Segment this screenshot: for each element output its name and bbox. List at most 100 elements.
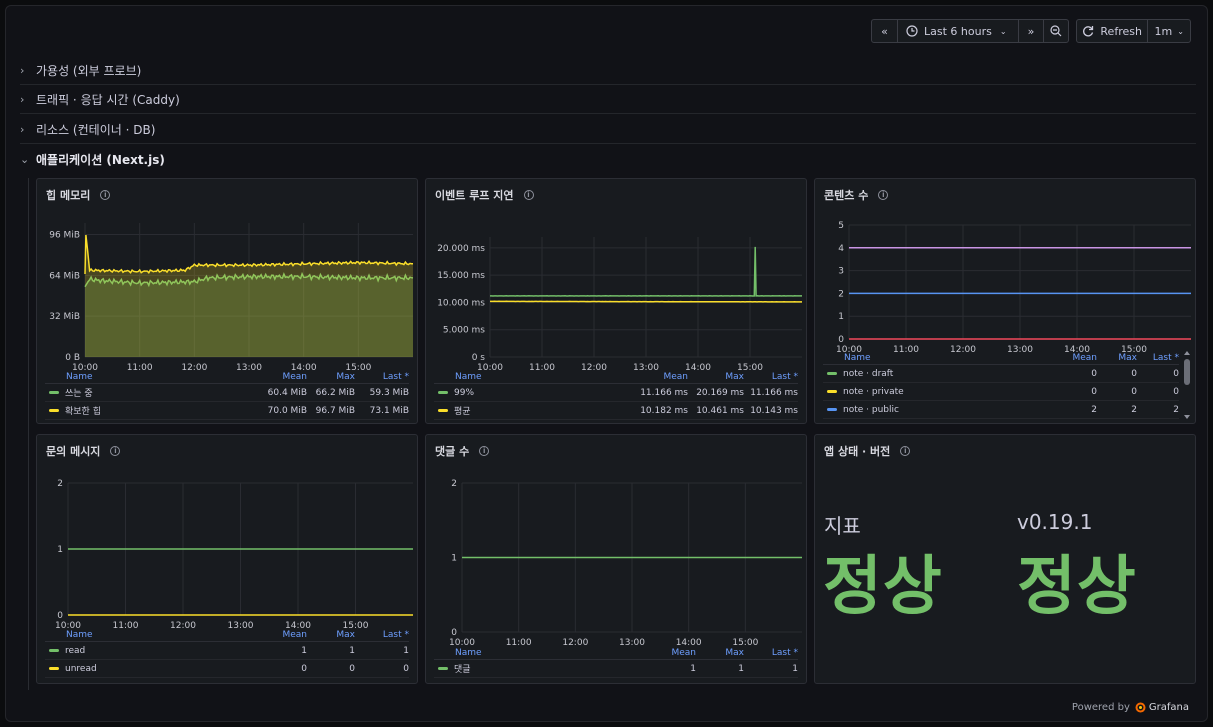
legend-row[interactable]: note · draft 0 0 0 (823, 365, 1179, 383)
series-swatch (827, 372, 837, 375)
row-traffic[interactable]: › 트래픽 · 응답 시간 (Caddy) (20, 86, 1196, 114)
inquiry-legend: Name Mean Max Last * read 1 1 1 unread 0… (45, 628, 409, 678)
time-range-forward-button[interactable]: » (1019, 20, 1044, 42)
time-range-back-button[interactable]: « (872, 20, 898, 42)
chevron-right-icon: › (20, 93, 25, 106)
legend-row[interactable]: note · private 0 0 0 (823, 383, 1179, 401)
series-swatch (438, 409, 448, 412)
y-tick-label: 32 MiB (49, 312, 80, 322)
series-swatch (49, 391, 59, 394)
time-range-picker[interactable]: Last 6 hours ⌄ (898, 20, 1019, 42)
legend-row[interactable]: read 1 1 1 (45, 642, 409, 660)
legend-header: Name Mean Max Last * (823, 351, 1179, 365)
y-tick-label: 0 B (65, 353, 80, 363)
chevrons-right-icon: » (1027, 24, 1035, 38)
chevron-down-icon: ⌄ (20, 152, 30, 166)
refresh-label: Refresh (1100, 24, 1142, 38)
y-tick-label: 10.000 ms (437, 298, 485, 308)
legend-row[interactable]: 댓글 1 1 1 (434, 660, 798, 678)
time-range-label: Last 6 hours (924, 24, 992, 38)
info-icon[interactable]: i (900, 446, 911, 456)
panel-comment-count[interactable]: 댓글 수 i 0 1 2 10:00 11:00 12:00 13:00 14:00 15:00… (425, 434, 807, 684)
stat-value: 정상 (823, 550, 943, 624)
panel-content-count[interactable]: 콘텐츠 수 i 0 1 2 3 4 5 10:00 11:00 12:00 13:00 14:00 1… (814, 178, 1196, 424)
y-tick-label: 15.000 ms (437, 271, 485, 281)
panel-title: 앱 상태 · 버전 i (824, 443, 911, 459)
legend-scrollbar[interactable] (1184, 351, 1190, 421)
row-title: 리소스 (컨테이너 · DB) (36, 123, 156, 137)
series-swatch (49, 667, 59, 670)
stat-name: v0.19.1 (1017, 510, 1093, 534)
heap-chart: 0 B32 MiB64 MiB96 MiB10:00 11:00 12:00 13:0… (49, 223, 414, 373)
chevron-down-icon: ⌄ (999, 26, 1007, 36)
legend-header: Name Mean Max Last * (45, 628, 409, 642)
y-tick-label: 2 (451, 479, 457, 489)
content-legend: Name Mean Max Last * note · draft 0 0 0 … (823, 351, 1179, 419)
comment-chart: 01210:00 11:00 12:00 13:00 14:00 15:00 (449, 479, 802, 648)
series-line (490, 300, 802, 303)
y-tick-label: 5 (838, 221, 844, 231)
stat-value: 정상 (1017, 550, 1137, 624)
row-title: 트래픽 · 응답 시간 (Caddy) (36, 93, 180, 107)
row-title: 애플리케이션 (Next.js) (36, 152, 165, 167)
chevron-down-icon: ⌄ (1177, 26, 1184, 36)
row-availability[interactable]: › 가용성 (외부 프로브) (20, 57, 1196, 85)
series-swatch (827, 408, 837, 411)
heap-legend: Name Mean Max Last * 쓰는 중 60.4 MiB 66.2 … (45, 370, 409, 420)
row-resources[interactable]: › 리소스 (컨테이너 · DB) (20, 116, 1196, 144)
legend-row[interactable]: note · public 2 2 2 (823, 401, 1179, 419)
row-title: 가용성 (외부 프로브) (36, 64, 142, 78)
legend-row[interactable]: 쓰는 중 60.4 MiB 66.2 MiB 59.3 MiB (45, 384, 409, 402)
row-application[interactable]: ⌄ 애플리케이션 (Next.js) (20, 145, 1196, 173)
y-tick-label: 2 (57, 479, 63, 489)
y-tick-label: 64 MiB (49, 271, 80, 281)
chevron-right-icon: › (20, 123, 25, 136)
row-guide-line (28, 178, 29, 690)
legend-row[interactable]: unread 0 0 0 (45, 660, 409, 678)
series-swatch (438, 391, 448, 394)
grafana-logo-icon (1135, 702, 1146, 713)
legend-header: Name Mean Max Last * (434, 370, 798, 384)
y-tick-label: 2 (838, 289, 844, 299)
event-loop-legend: Name Mean Max Last * 99% 11.166 ms 20.16… (434, 370, 798, 420)
refresh-button[interactable]: Refresh (1077, 20, 1149, 42)
refresh-icon (1083, 26, 1094, 37)
panel-heap-memory[interactable]: 힙 메모리 i 0 B 32 MiB 64 MiB 96 MiB 10:00 11:00 1… (36, 178, 418, 424)
y-tick-label: 96 MiB (49, 230, 80, 240)
event-loop-chart: 0 s5.000 ms10.000 ms15.000 ms20.000 ms10… (437, 237, 802, 373)
series-swatch (438, 667, 448, 670)
scroll-up-icon[interactable] (1184, 351, 1190, 355)
scrollbar-thumb[interactable] (1184, 359, 1190, 385)
grafana-brand[interactable]: Grafana (1149, 702, 1189, 713)
legend-row[interactable]: 확보한 힙 70.0 MiB 96.7 MiB 73.1 MiB (45, 402, 409, 420)
y-tick-label: 1 (57, 545, 63, 555)
panel-event-loop[interactable]: 이벤트 루프 지연 i 0 s 5.000 ms 10.000 ms 15.000 m… (425, 178, 807, 424)
time-picker-group: « Last 6 hours ⌄ » (871, 19, 1069, 43)
panel-inquiry-messages[interactable]: 문의 메시지 i 0 1 2 10:00 11:00 12:00 13:00 14:00 15:… (36, 434, 418, 684)
series-swatch (827, 390, 837, 393)
scroll-down-icon[interactable] (1184, 415, 1190, 419)
y-tick-label: 0 (57, 611, 63, 621)
content-count-chart: 01234510:00 11:00 12:00 13:00 14:00 15:00 (836, 221, 1191, 355)
refresh-group: Refresh 1m ⌄ (1076, 19, 1191, 43)
refresh-interval-picker[interactable]: 1m ⌄ (1148, 20, 1190, 42)
zoom-out-icon (1050, 25, 1062, 37)
chevron-right-icon: › (20, 64, 25, 77)
y-tick-label: 20.000 ms (437, 244, 485, 254)
series-swatch (49, 649, 59, 652)
y-tick-label: 0 (451, 628, 457, 638)
y-tick-label: 0 (838, 335, 844, 345)
inquiry-chart: 01210:00 11:00 12:00 13:00 14:00 15:00 (55, 479, 413, 631)
chevrons-left-icon: « (881, 24, 888, 38)
panel-app-status[interactable]: 앱 상태 · 버전 i 지표 정상 v0.19.1 정상 (814, 434, 1196, 684)
refresh-interval-label: 1m (1154, 24, 1173, 38)
legend-header: Name Mean Max Last * (45, 370, 409, 384)
legend-row[interactable]: 99% 11.166 ms 20.169 ms 11.166 ms (434, 384, 798, 402)
footer: Powered by Grafana (1072, 702, 1189, 713)
legend-row[interactable]: 평균 10.182 ms 10.461 ms 10.143 ms (434, 402, 798, 420)
zoom-out-button[interactable] (1044, 20, 1068, 42)
dashboard-frame: « Last 6 hours ⌄ » Refresh 1m ⌄ › 가용성 (외… (5, 5, 1208, 722)
series-swatch (49, 409, 59, 412)
y-tick-label: 1 (451, 554, 457, 564)
clock-icon (906, 25, 918, 37)
